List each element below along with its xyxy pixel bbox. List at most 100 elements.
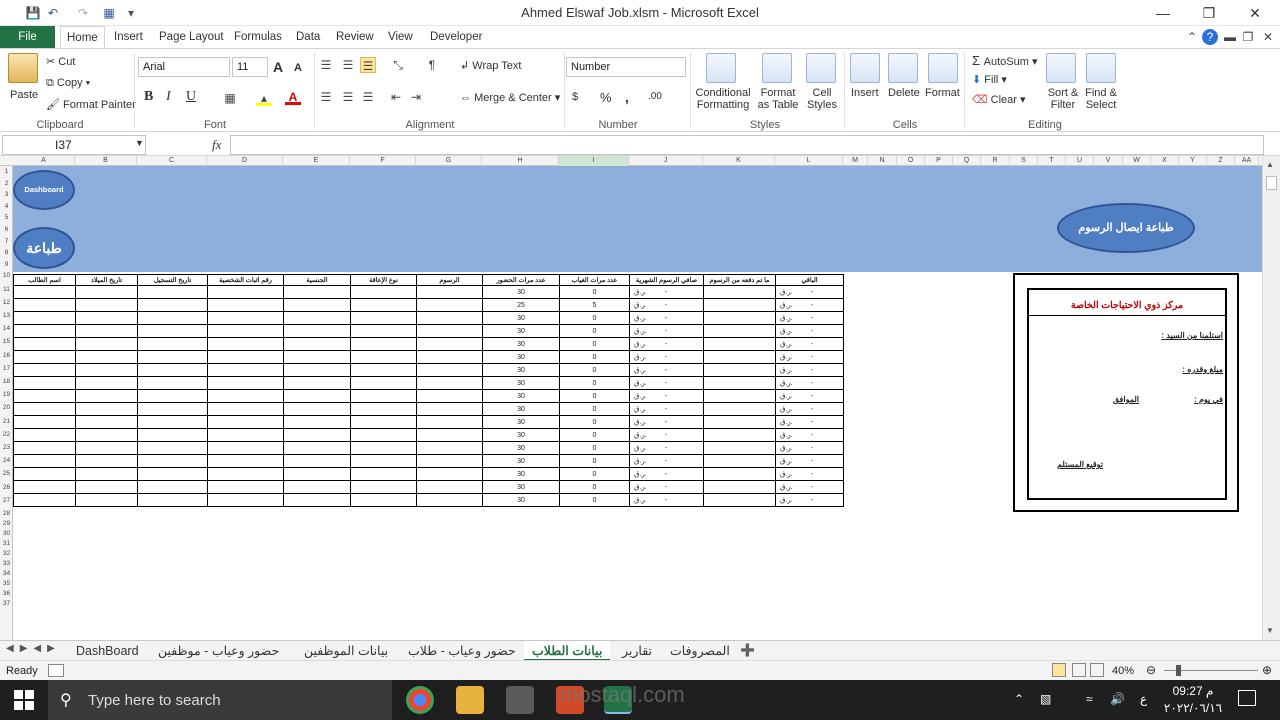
table-cell[interactable]: ر.ق. - (629, 415, 704, 429)
align-left-icon[interactable]: ☰ (318, 89, 334, 105)
table-cell[interactable] (137, 389, 208, 403)
tray-battery-icon[interactable]: ▧ (1040, 692, 1051, 706)
table-cell[interactable]: 30 (482, 493, 560, 507)
table-cell[interactable] (13, 298, 76, 312)
zoom-in-icon[interactable]: ⊕ (1262, 663, 1272, 677)
row-header[interactable]: 24 (0, 457, 13, 470)
cell-styles-button[interactable]: Cell Styles (802, 87, 842, 111)
column-header[interactable]: U (1066, 156, 1094, 166)
clear-button[interactable]: ⌫ Clear ▾ (972, 93, 1026, 106)
find-select-icon[interactable] (1086, 53, 1116, 83)
table-cell[interactable] (137, 402, 208, 416)
table-cell[interactable] (416, 493, 483, 507)
font-color-icon[interactable]: A (285, 89, 301, 105)
table-cell[interactable] (416, 415, 483, 429)
row-header[interactable]: 36 (0, 590, 13, 598)
row-header[interactable]: 6 (0, 226, 13, 234)
chevron-up-icon[interactable]: ⌃ (1184, 29, 1200, 45)
column-header[interactable]: P (925, 156, 953, 166)
table-cell[interactable] (75, 441, 138, 455)
table-cell[interactable] (703, 493, 776, 507)
table-cell[interactable]: 0 (559, 415, 630, 429)
table-cell[interactable] (207, 493, 284, 507)
sort-filter-icon[interactable] (1046, 53, 1076, 83)
table-cell[interactable] (350, 337, 417, 351)
delete-cells-button[interactable]: Delete (888, 87, 920, 99)
table-cell[interactable] (283, 415, 351, 429)
table-cell[interactable] (703, 441, 776, 455)
row-header[interactable]: 32 (0, 550, 13, 558)
table-cell[interactable]: ر.ق. - (629, 337, 704, 351)
table-cell[interactable]: 30 (482, 389, 560, 403)
name-box[interactable]: I37 (2, 135, 146, 155)
sheet-tab-student-data[interactable]: بيانات الطلاب (524, 641, 611, 661)
table-cell[interactable]: ر.ق. - (775, 285, 844, 299)
underline-button[interactable]: U (186, 89, 196, 105)
row-header[interactable]: 27 (0, 497, 13, 510)
table-cell[interactable] (416, 402, 483, 416)
table-cell[interactable]: 0 (559, 389, 630, 403)
table-cell[interactable]: ر.ق. - (775, 454, 844, 468)
row-header[interactable]: 19 (0, 391, 13, 404)
table-cell[interactable] (137, 441, 208, 455)
tab-view[interactable]: View (382, 26, 419, 48)
chrome-icon[interactable] (406, 686, 434, 714)
table-cell[interactable]: 25 (482, 298, 560, 312)
close-workbook-icon[interactable]: ✕ (1260, 29, 1276, 45)
row-header[interactable]: 30 (0, 530, 13, 538)
table-cell[interactable] (283, 454, 351, 468)
fx-icon[interactable]: fx (212, 137, 221, 153)
row-header[interactable]: 7 (0, 238, 13, 246)
worksheet[interactable]: Dashboard طباعة طباعة ايصال الرسوم اسم ا… (13, 166, 1262, 640)
table-cell[interactable] (283, 389, 351, 403)
paste-button[interactable]: Paste (10, 89, 38, 101)
table-cell[interactable]: 30 (482, 311, 560, 325)
table-cell[interactable] (416, 428, 483, 442)
table-cell[interactable] (13, 493, 76, 507)
vertical-scrollbar[interactable]: ▲ ▼ (1262, 156, 1280, 640)
format-cells-icon[interactable] (928, 53, 958, 83)
print-receipt-button[interactable]: طباعة ايصال الرسوم (1057, 203, 1195, 253)
sheet-tab-student-attendance[interactable]: حضور وعياب - طلاب (400, 641, 524, 661)
tab-home[interactable]: Home (60, 26, 105, 48)
table-cell[interactable] (75, 311, 138, 325)
zoom-out-icon[interactable]: ⊖ (1146, 663, 1156, 677)
table-cell[interactable]: ر.ق. - (775, 441, 844, 455)
table-cell[interactable] (350, 376, 417, 390)
minimize-icon[interactable]: — (1140, 0, 1186, 26)
close-icon[interactable]: ✕ (1232, 0, 1278, 26)
copy-button[interactable]: ⧉ Copy ▾ (46, 77, 90, 90)
camera-icon[interactable] (506, 686, 534, 714)
table-cell[interactable] (283, 350, 351, 364)
row-header[interactable]: 3 (0, 191, 13, 199)
italic-button[interactable]: I (166, 89, 171, 105)
table-cell[interactable]: ر.ق. - (629, 493, 704, 507)
print-button[interactable]: طباعة (13, 227, 75, 269)
table-cell[interactable] (75, 402, 138, 416)
tab-data[interactable]: Data (290, 26, 326, 48)
table-cell[interactable] (207, 467, 284, 481)
column-header[interactable]: R (981, 156, 1010, 166)
comma-button[interactable]: , (625, 89, 629, 105)
column-header[interactable]: W (1123, 156, 1151, 166)
table-cell[interactable]: ر.ق. - (629, 389, 704, 403)
row-header[interactable]: 2 (0, 180, 13, 188)
column-header[interactable]: A (13, 156, 75, 166)
table-cell[interactable] (703, 350, 776, 364)
table-cell[interactable]: 0 (559, 480, 630, 494)
table-cell[interactable] (350, 467, 417, 481)
table-cell[interactable] (703, 454, 776, 468)
row-header[interactable]: 1 (0, 168, 13, 176)
column-header[interactable]: M (843, 156, 868, 166)
page-layout-view-icon[interactable] (1072, 663, 1086, 677)
zoom-level[interactable]: 40% (1112, 665, 1134, 677)
cut-button[interactable]: ✂ Cut (46, 55, 75, 68)
table-cell[interactable] (13, 428, 76, 442)
table-cell[interactable] (13, 311, 76, 325)
column-header[interactable]: S (1010, 156, 1038, 166)
table-cell[interactable]: 30 (482, 350, 560, 364)
table-cell[interactable] (137, 298, 208, 312)
fill-button[interactable]: ⬇ Fill ▾ (972, 73, 1007, 86)
column-header[interactable]: O (897, 156, 925, 166)
table-cell[interactable]: ر.ق. - (775, 363, 844, 377)
